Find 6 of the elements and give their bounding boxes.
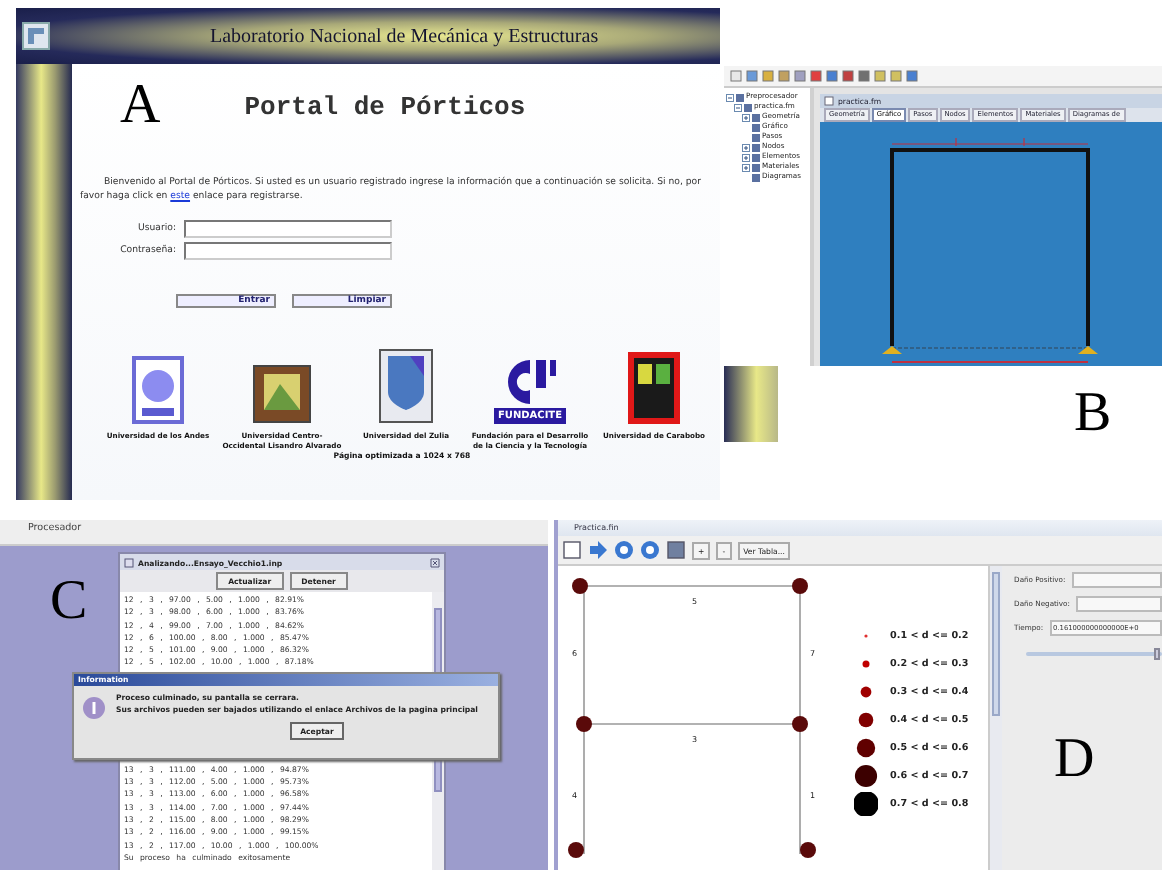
panel-label: C bbox=[50, 574, 90, 630]
header-title: Laboratorio Nacional de Mecánica y Estructuras bbox=[210, 25, 599, 47]
panel-label: A bbox=[120, 78, 161, 134]
panel-label: B bbox=[1074, 386, 1112, 442]
panel-label: D bbox=[1054, 732, 1097, 788]
page-heading: Portal de Pórticos bbox=[244, 91, 526, 121]
